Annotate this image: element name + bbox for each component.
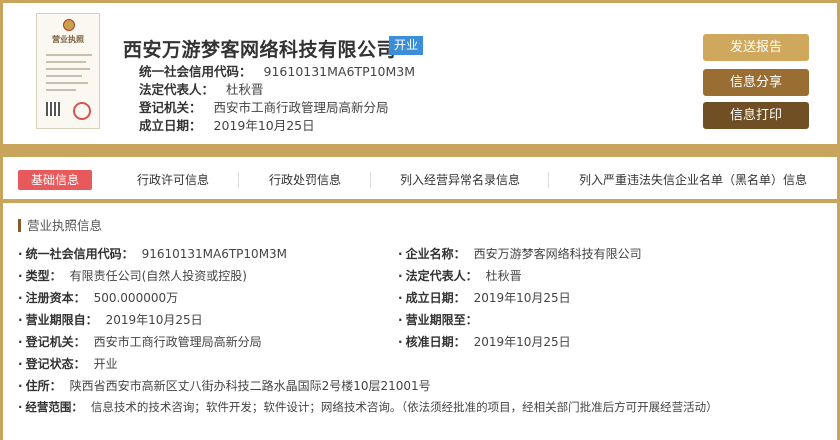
field-credit-code: · 统一社会信用代码： 91610131MA6TP10M3M bbox=[18, 247, 288, 261]
info-legal-rep: 法定代表人： 杜秋晋 bbox=[139, 82, 264, 97]
company-header-card: 营业执照 西安万游梦客网络科技有限公司 开业 统一社会信用代码： 91610131… bbox=[3, 3, 837, 144]
field-term-start: · 营业期限自： 2019年10月25日 bbox=[18, 313, 203, 327]
field-business-scope: · 经营范围： 信息技术的技术咨询；软件开发；软件设计；网络技术咨询。（依法须经批准… bbox=[18, 400, 718, 414]
national-emblem-icon bbox=[63, 19, 75, 31]
share-info-button[interactable]: 信息分享 bbox=[703, 69, 809, 96]
license-detail-card: 营业执照信息 · 统一社会信用代码： 91610131MA6TP10M3M · 企业名… bbox=[3, 203, 837, 440]
tab-divider bbox=[548, 172, 549, 188]
tab-divider bbox=[370, 172, 371, 188]
tab-divider bbox=[238, 172, 239, 188]
info-established-date: 成立日期： 2019年10月25日 bbox=[139, 118, 315, 133]
tab-bar: 基础信息 行政许可信息 行政处罚信息 列入经营异常名录信息 列入严重违法失信企业… bbox=[3, 157, 837, 199]
info-registration-authority: 登记机关： 西安市工商行政管理局高新分局 bbox=[139, 100, 389, 115]
business-license-image[interactable]: 营业执照 bbox=[36, 13, 100, 129]
field-legal-rep: · 法定代表人： 杜秋晋 bbox=[398, 269, 522, 283]
license-title: 营业执照 bbox=[52, 35, 84, 44]
field-approval-date: · 核准日期： 2019年10月25日 bbox=[398, 335, 571, 349]
field-registered-capital: · 注册资本： 500.000000万 bbox=[18, 291, 179, 305]
tab-abnormal-operation[interactable]: 列入经营异常名录信息 bbox=[400, 170, 520, 190]
field-established-date: · 成立日期： 2019年10月25日 bbox=[398, 291, 571, 305]
qr-code-icon bbox=[46, 102, 60, 116]
tab-administrative-penalty[interactable]: 行政处罚信息 bbox=[269, 170, 341, 190]
field-term-end: · 营业期限至： bbox=[398, 313, 478, 327]
tab-basic-info[interactable]: 基础信息 bbox=[18, 170, 92, 190]
info-credit-code: 统一社会信用代码： 91610131MA6TP10M3M bbox=[139, 64, 416, 79]
status-badge: 开业 bbox=[389, 36, 424, 55]
field-registration-authority: · 登记机关： 西安市工商行政管理局高新分局 bbox=[18, 335, 262, 349]
print-info-button[interactable]: 信息打印 bbox=[703, 102, 809, 129]
section-title: 营业执照信息 bbox=[18, 219, 102, 232]
company-name: 西安万游梦客网络科技有限公司 bbox=[123, 39, 397, 61]
field-type: · 类型： 有限责任公司(自然人投资或控股) bbox=[18, 269, 247, 283]
tab-blacklist[interactable]: 列入严重违法失信企业名单（黑名单）信息 bbox=[579, 170, 807, 190]
tab-administrative-license[interactable]: 行政许可信息 bbox=[137, 170, 209, 190]
field-address: · 住所： 陕西省西安市高新区丈八街办科技二路水晶国际2号楼10层21001号 bbox=[18, 379, 431, 393]
send-report-button[interactable]: 发送报告 bbox=[703, 34, 809, 61]
field-registration-status: · 登记状态： 开业 bbox=[18, 357, 118, 371]
red-seal-icon bbox=[73, 102, 91, 120]
field-company-name: · 企业名称： 西安万游梦客网络科技有限公司 bbox=[398, 247, 642, 261]
